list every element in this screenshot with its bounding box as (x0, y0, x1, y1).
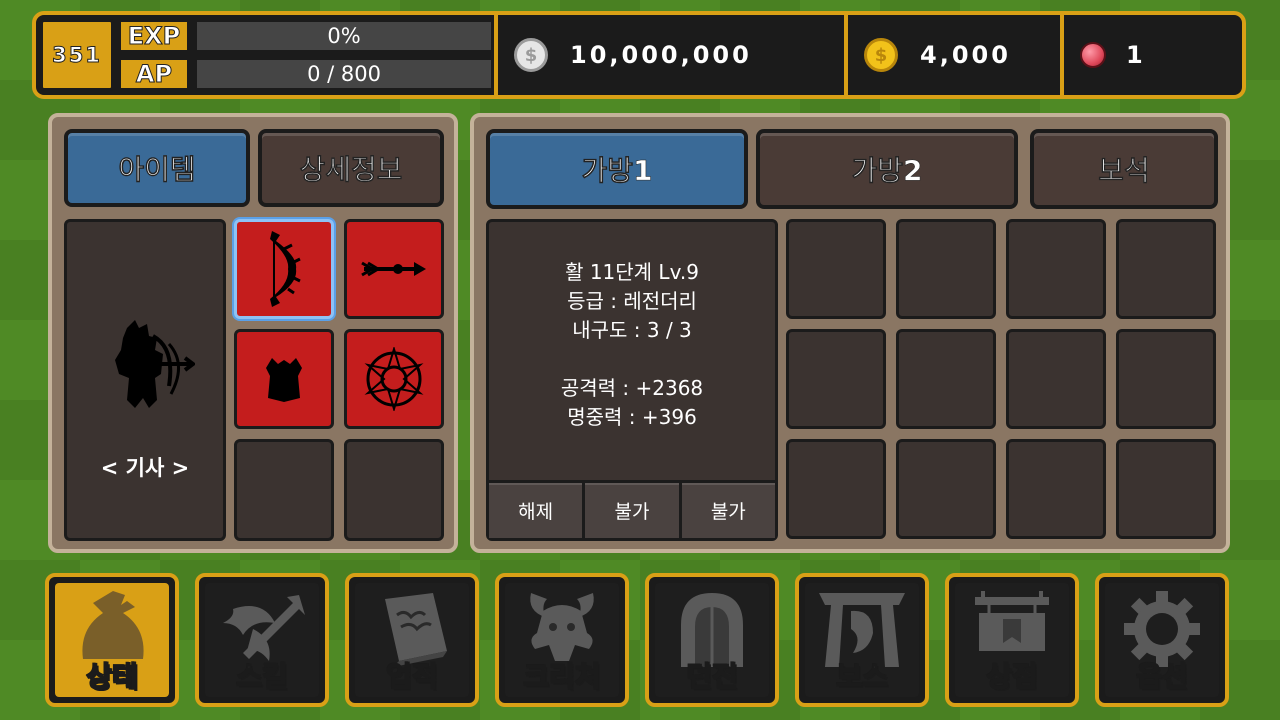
nav-label: 업적 (385, 659, 438, 694)
tab-bag2[interactable]: 가방2 (756, 129, 1018, 209)
silver-coin-icon: $ (514, 38, 548, 72)
equip-slot-empty[interactable] (344, 439, 444, 541)
bag-slot[interactable] (896, 329, 996, 429)
item-stats: 활 11단계 Lv.9 등급 : 레전더리 내구도 : 3 / 3 공격력 : … (489, 258, 775, 432)
exp-bar: 0% (194, 19, 494, 53)
player-level: 351 (40, 19, 114, 91)
item-name: 활 11단계 Lv.9 (565, 260, 699, 284)
bag-slot[interactable] (896, 439, 996, 539)
nav-creature-button[interactable]: 크리쳐 (495, 573, 629, 707)
nav-label: 보스 (835, 659, 888, 694)
unequip-button[interactable]: 해제 (489, 480, 586, 538)
nav-label: 던전 (685, 659, 738, 694)
gold-display: $ 4,000 (844, 15, 1060, 95)
tab-bag1[interactable]: 가방1 (486, 129, 748, 209)
nav-label: 크리쳐 (523, 659, 602, 694)
tab-items[interactable]: 아이템 (64, 129, 250, 207)
disabled-action-button[interactable]: 불가 (681, 480, 775, 538)
item-grade: 등급 : 레전더리 (567, 289, 697, 313)
equip-slot-accessory[interactable] (344, 329, 444, 429)
bow-icon (270, 231, 301, 307)
bag-slot[interactable] (1116, 439, 1216, 539)
item-accuracy: 명중력 : +396 (567, 405, 697, 429)
bag-grid (786, 219, 1218, 541)
nav-label: 스킬 (235, 659, 288, 694)
tab-details[interactable]: 상세정보 (258, 129, 444, 207)
armor-icon (266, 358, 302, 402)
bag-slot[interactable] (896, 219, 996, 319)
bag-slot[interactable] (786, 219, 886, 319)
gem-display: 1 (1060, 15, 1242, 95)
nav-shop-button[interactable]: 상점 (945, 573, 1079, 707)
bag-slot[interactable] (1116, 219, 1216, 319)
ap-bar: 0 / 800 (194, 57, 494, 91)
bag-slot[interactable] (1116, 329, 1216, 429)
equip-slot-arrow[interactable] (344, 219, 444, 319)
nav-boss-button[interactable]: 보스 (795, 573, 929, 707)
character-preview: < 기사 > (64, 219, 226, 541)
nav-achievement-button[interactable]: 업적 (345, 573, 479, 707)
item-durability: 내구도 : 3 / 3 (572, 318, 692, 342)
disabled-action-button[interactable]: 불가 (585, 480, 682, 538)
equipment-panel: 아이템 상세정보 < 기사 > (48, 113, 458, 553)
tab-gems[interactable]: 보석 (1030, 129, 1218, 209)
item-info-box: 활 11단계 Lv.9 등급 : 레전더리 내구도 : 3 / 3 공격력 : … (486, 219, 778, 541)
nav-label: 상점 (985, 659, 1038, 694)
equip-slot-weapon[interactable] (234, 219, 334, 319)
nav-status-button[interactable]: 상태 (45, 573, 179, 707)
bag-slot[interactable] (786, 329, 886, 429)
silver-amount: 10,000,000 (570, 41, 752, 69)
nav-dungeon-button[interactable]: 던전 (645, 573, 779, 707)
nav-skill-button[interactable]: 스킬 (195, 573, 329, 707)
bag-slot[interactable] (1006, 329, 1106, 429)
character-class-label[interactable]: < 기사 > (67, 452, 223, 482)
knight-silhouette-icon (115, 320, 195, 408)
equip-slot-empty[interactable] (234, 439, 334, 541)
bag-slot[interactable] (786, 439, 886, 539)
ap-label: AP (118, 57, 190, 91)
item-attack: 공격력 : +2368 (560, 376, 704, 400)
inventory-panel: 가방1 가방2 보석 활 11단계 Lv.9 등급 : 레전더리 내구도 : 3… (470, 113, 1230, 553)
equip-slot-armor[interactable] (234, 329, 334, 429)
item-action-bar: 해제 불가 불가 (489, 480, 775, 538)
nav-label: 상태 (85, 659, 138, 694)
status-bar: 351 EXP 0% AP 0 / 800 $ 10,000,000 $ 4,0… (32, 11, 1246, 99)
red-gem-icon (1080, 42, 1106, 68)
bag-slot[interactable] (1006, 219, 1106, 319)
silver-display: $ 10,000,000 (494, 15, 844, 95)
gold-amount: 4,000 (920, 41, 1011, 69)
bag-slot[interactable] (1006, 439, 1106, 539)
gold-coin-icon: $ (864, 38, 898, 72)
arrow-icon (361, 261, 426, 277)
nav-options-button[interactable]: 옵션 (1095, 573, 1229, 707)
nav-label: 옵션 (1135, 659, 1188, 694)
gem-amount: 1 (1126, 41, 1146, 69)
pentagram-icon (364, 347, 424, 411)
exp-label: EXP (118, 19, 190, 53)
